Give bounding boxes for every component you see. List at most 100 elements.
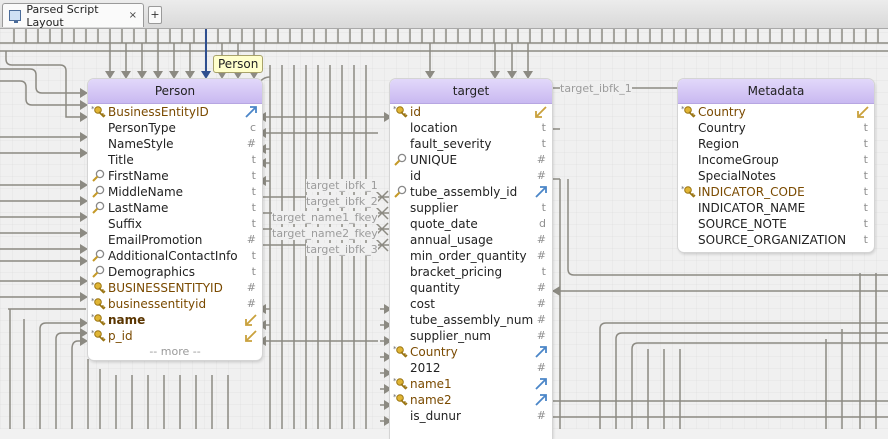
relation-label[interactable]: target_name2_fkey — [272, 227, 378, 240]
column-row[interactable]: PersonType c — [88, 120, 262, 136]
column-row[interactable]: * id — [390, 104, 552, 120]
table-person[interactable]: Person * BusinessEntityID PersonType c NameS… — [88, 79, 262, 360]
column-name: LastName — [108, 201, 169, 215]
column-row[interactable]: LastName t — [88, 200, 262, 216]
column-row[interactable]: * Country — [678, 104, 874, 120]
column-type: t — [251, 201, 256, 214]
column-name: AdditionalContactInfo — [108, 249, 238, 263]
column-row[interactable]: * Country — [390, 344, 552, 360]
column-row[interactable]: is_dunur # — [390, 408, 552, 424]
column-row[interactable]: Title t — [88, 152, 262, 168]
column-row[interactable]: supplier t — [390, 200, 552, 216]
column-row[interactable]: tube_assembly_num # — [390, 312, 552, 328]
key-icon: * — [681, 185, 696, 198]
column-row[interactable]: cost # — [390, 296, 552, 312]
relation-label[interactable]: target_ibfk_1 — [306, 179, 378, 192]
diagram-canvas[interactable]: Person target_ibfk_1 target_ibfk_1 targe… — [0, 29, 888, 439]
column-row[interactable]: Suffix t — [88, 216, 262, 232]
column-name: name — [108, 313, 146, 327]
arrow-down-left-icon[interactable] — [856, 105, 870, 119]
column-row[interactable]: supplier_num # — [390, 328, 552, 344]
column-type: # — [536, 249, 546, 262]
table-metadata[interactable]: Metadata * Country Country t Region t IncomeGr… — [678, 79, 874, 252]
column-row[interactable]: fault_severity t — [390, 136, 552, 152]
relation-label[interactable]: target_name1_fkey — [272, 211, 378, 224]
new-tab-button[interactable]: + — [148, 6, 162, 24]
column-row[interactable]: 2012 # — [390, 360, 552, 376]
column-name: Suffix — [108, 217, 142, 231]
column-name: businessentityid — [108, 297, 207, 311]
arrow-up-right-icon[interactable] — [244, 105, 258, 119]
table-header[interactable]: Person — [88, 79, 262, 104]
tab-parsed-script-layout[interactable]: Parsed Script Layout × — [2, 3, 144, 29]
column-type: # — [536, 281, 546, 294]
column-row[interactable]: UNIQUE # — [390, 152, 552, 168]
column-type: # — [536, 361, 546, 374]
arrow-up-right-icon[interactable] — [534, 185, 548, 199]
column-name: name1 — [410, 377, 452, 391]
column-row[interactable]: Demographics t — [88, 264, 262, 280]
column-row[interactable]: * p_id — [88, 328, 262, 344]
index-icon — [92, 169, 105, 182]
column-row[interactable]: * INDICATOR_CODE t — [678, 184, 874, 200]
column-type: t — [541, 121, 546, 134]
column-type: # — [246, 233, 256, 246]
arrow-down-left-icon[interactable] — [244, 329, 258, 343]
arrow-down-left-icon[interactable] — [244, 313, 258, 327]
column-name: SpecialNotes — [698, 169, 776, 183]
column-row[interactable]: min_order_quantity # — [390, 248, 552, 264]
relation-label[interactable]: target_ibfk_1 — [560, 82, 632, 95]
column-type: # — [246, 137, 256, 150]
column-row[interactable]: * BUSINESSENTITYID # — [88, 280, 262, 296]
column-name: IncomeGroup — [698, 153, 779, 167]
column-name: 2012 — [410, 361, 441, 375]
column-row[interactable]: * BusinessEntityID — [88, 104, 262, 120]
column-name: MiddleName — [108, 185, 184, 199]
column-name: FirstName — [108, 169, 169, 183]
close-tab-icon[interactable]: × — [129, 10, 137, 21]
more-columns-link[interactable]: -- more -- — [88, 344, 262, 360]
column-row[interactable]: NameStyle # — [88, 136, 262, 152]
column-row[interactable]: annual_usage # — [390, 232, 552, 248]
column-type: t — [863, 153, 868, 166]
column-row[interactable]: location t — [390, 120, 552, 136]
column-row[interactable]: tube_assembly_id — [390, 184, 552, 200]
table-header[interactable]: target — [390, 79, 552, 104]
column-row[interactable]: FirstName t — [88, 168, 262, 184]
column-row[interactable]: IncomeGroup t — [678, 152, 874, 168]
column-row[interactable]: quantity # — [390, 280, 552, 296]
column-row[interactable]: quote_date d — [390, 216, 552, 232]
column-row[interactable]: id # — [390, 168, 552, 184]
column-name: bracket_pricing — [410, 265, 503, 279]
column-type: # — [246, 281, 256, 294]
column-row[interactable]: SpecialNotes t — [678, 168, 874, 184]
arrow-up-right-icon[interactable] — [534, 377, 548, 391]
arrow-down-left-icon[interactable] — [534, 105, 548, 119]
key-icon: * — [681, 105, 696, 118]
table-target[interactable]: target * id location t fault_severity t UNIQUE… — [390, 79, 552, 439]
column-row[interactable]: bracket_pricing t — [390, 264, 552, 280]
column-row[interactable]: * name1 — [390, 376, 552, 392]
column-type: t — [541, 265, 546, 278]
column-row[interactable]: INDICATOR_NAME t — [678, 200, 874, 216]
column-name: SOURCE_NOTE — [698, 217, 787, 231]
column-row[interactable]: * businessentityid # — [88, 296, 262, 312]
column-row[interactable]: EmailPromotion # — [88, 232, 262, 248]
column-row[interactable]: * name2 — [390, 392, 552, 408]
column-row[interactable]: Country t — [678, 120, 874, 136]
arrow-up-right-icon[interactable] — [534, 345, 548, 359]
column-row[interactable]: AdditionalContactInfo t — [88, 248, 262, 264]
relation-label[interactable]: target_ibfk_2 — [306, 195, 378, 208]
column-row[interactable]: MiddleName t — [88, 184, 262, 200]
key-icon: * — [91, 281, 106, 294]
column-row[interactable]: SOURCE_ORGANIZATION t — [678, 232, 874, 248]
column-row[interactable]: * name — [88, 312, 262, 328]
arrow-up-right-icon[interactable] — [534, 393, 548, 407]
column-row[interactable]: Region t — [678, 136, 874, 152]
column-type: t — [251, 265, 256, 278]
column-name: supplier_num — [410, 329, 491, 343]
relation-label[interactable]: target_ibfk_3 — [306, 243, 378, 256]
table-header[interactable]: Metadata — [678, 79, 874, 104]
column-row[interactable]: SOURCE_NOTE t — [678, 216, 874, 232]
column-name: UNIQUE — [410, 153, 458, 167]
